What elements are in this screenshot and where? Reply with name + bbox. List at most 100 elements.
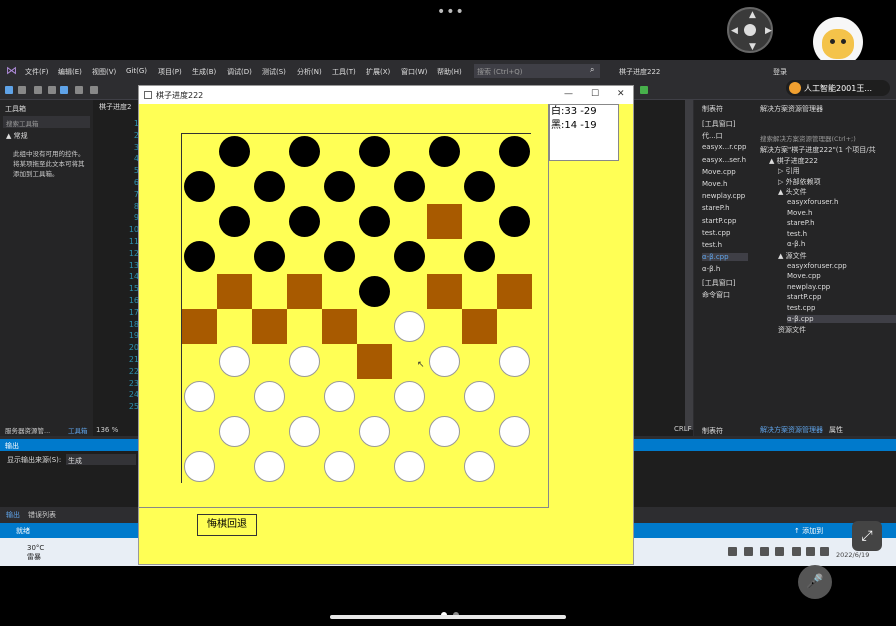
tab-solution-explorer[interactable]: 解决方案资源管理器 xyxy=(760,425,823,435)
maximize-icon[interactable]: ☐ xyxy=(591,89,599,99)
menu-view[interactable]: 视图(V) xyxy=(92,67,116,77)
open-icon[interactable] xyxy=(48,86,56,94)
tab-list-item[interactable]: [工具窗口] xyxy=(702,119,735,129)
black-piece[interactable] xyxy=(219,206,250,237)
board-cell[interactable] xyxy=(497,379,532,414)
board-cell[interactable] xyxy=(462,274,497,309)
black-piece[interactable] xyxy=(499,206,530,237)
board-cell[interactable] xyxy=(217,309,252,344)
black-piece[interactable] xyxy=(289,136,320,167)
solution-item[interactable]: 解决方案"棋子进度222"(1 个项目/共 xyxy=(760,145,876,155)
board-cell[interactable] xyxy=(497,169,532,204)
menu-file[interactable]: 文件(F) xyxy=(25,67,49,77)
board-cell[interactable] xyxy=(462,414,497,449)
board-cell[interactable] xyxy=(427,309,462,344)
black-piece[interactable] xyxy=(184,171,215,202)
board-cell[interactable] xyxy=(252,204,287,239)
tab-properties[interactable]: 属性 xyxy=(829,425,843,435)
battery-icon[interactable] xyxy=(820,547,829,556)
search-input[interactable]: 搜索 (Ctrl+Q) xyxy=(474,64,600,78)
board-cell[interactable] xyxy=(322,309,357,344)
login-link[interactable]: 登录 xyxy=(773,67,787,77)
remote-control-joystick-icon[interactable]: ▲ ▼ ◀ ▶ xyxy=(727,7,773,53)
board-cell[interactable] xyxy=(497,309,532,344)
solution-item[interactable]: ▲ 源文件 xyxy=(778,251,807,261)
white-piece[interactable] xyxy=(254,381,285,412)
board-cell[interactable] xyxy=(182,344,217,379)
white-piece[interactable] xyxy=(184,381,215,412)
board-cell[interactable] xyxy=(357,309,392,344)
board-cell[interactable] xyxy=(182,309,217,344)
black-piece[interactable] xyxy=(394,171,425,202)
tab-list-item[interactable]: Move.h xyxy=(702,180,727,188)
tab-server-explorer[interactable]: 服务器资源管... xyxy=(5,425,50,435)
white-piece[interactable] xyxy=(359,416,390,447)
solution-item[interactable]: easyxforuser.cpp xyxy=(787,262,847,270)
white-piece[interactable] xyxy=(219,346,250,377)
toolbox-group-general[interactable]: ▲ 常规 xyxy=(6,131,28,141)
board-cell[interactable] xyxy=(252,134,287,169)
white-piece[interactable] xyxy=(394,451,425,482)
board-cell[interactable] xyxy=(497,449,532,484)
board-cell[interactable] xyxy=(182,274,217,309)
white-piece[interactable] xyxy=(184,451,215,482)
solution-item[interactable]: 资源文件 xyxy=(778,325,806,335)
line-ending[interactable]: CRLF xyxy=(674,425,692,433)
tab-list-item[interactable]: α-β.h xyxy=(702,265,720,273)
menu-project[interactable]: 项目(P) xyxy=(158,67,182,77)
board-cell[interactable] xyxy=(462,309,497,344)
white-piece[interactable] xyxy=(464,451,495,482)
white-piece[interactable] xyxy=(464,381,495,412)
solution-item[interactable]: Move.h xyxy=(787,209,812,217)
board-cell[interactable] xyxy=(357,239,392,274)
tab-list-item[interactable]: stareP.h xyxy=(702,204,730,212)
mute-mic-icon[interactable]: 🎤 xyxy=(798,565,832,599)
board-cell[interactable] xyxy=(497,274,532,309)
mic-tray-icon[interactable] xyxy=(775,547,784,556)
black-piece[interactable] xyxy=(429,136,460,167)
solution-item[interactable]: ▷ 引用 xyxy=(778,166,800,176)
solution-item[interactable]: ▷ 外部依赖项 xyxy=(778,177,821,187)
solution-item[interactable]: easyxforuser.h xyxy=(787,198,838,206)
more-options-icon[interactable]: ••• xyxy=(437,4,465,20)
board-cell[interactable] xyxy=(392,414,427,449)
menu-test[interactable]: 测试(S) xyxy=(262,67,286,77)
add-to-source-control[interactable]: ↑ 添加到 xyxy=(794,526,823,536)
board-cell[interactable] xyxy=(217,379,252,414)
black-piece[interactable] xyxy=(359,276,390,307)
solution-item[interactable]: α-β.cpp xyxy=(787,314,896,323)
forward-icon[interactable] xyxy=(18,86,26,94)
solution-search-input[interactable]: 搜索解决方案资源管理器(Ctrl+;) xyxy=(760,133,856,143)
solution-item[interactable]: ▲ 头文件 xyxy=(778,187,807,197)
editor-tab[interactable]: 棋子进度2 xyxy=(99,102,131,114)
zoom-level[interactable]: 136 % xyxy=(96,426,118,434)
board-cell[interactable] xyxy=(287,309,322,344)
save-icon[interactable] xyxy=(60,86,68,94)
tab-error-list[interactable]: 错误列表 xyxy=(28,510,56,520)
solution-item[interactable]: α-β.h xyxy=(787,240,805,248)
board-cell[interactable] xyxy=(287,274,322,309)
board-cell[interactable] xyxy=(427,169,462,204)
white-piece[interactable] xyxy=(324,451,355,482)
board-cell[interactable] xyxy=(427,239,462,274)
input-icon[interactable] xyxy=(744,547,753,556)
board-cell[interactable] xyxy=(357,379,392,414)
menu-analyze[interactable]: 分析(N) xyxy=(297,67,322,77)
tab-list-item[interactable]: 代...口 xyxy=(702,131,723,141)
board-cell[interactable] xyxy=(217,239,252,274)
network-icon[interactable] xyxy=(728,547,737,556)
white-piece[interactable] xyxy=(394,311,425,342)
board-cell[interactable] xyxy=(287,169,322,204)
volume-icon[interactable] xyxy=(806,547,815,556)
white-piece[interactable] xyxy=(289,346,320,377)
solution-item[interactable]: Move.cpp xyxy=(787,272,821,280)
board-cell[interactable] xyxy=(217,449,252,484)
white-piece[interactable] xyxy=(254,451,285,482)
menu-build[interactable]: 生成(B) xyxy=(192,67,216,77)
white-piece[interactable] xyxy=(289,416,320,447)
security-icon[interactable] xyxy=(760,547,769,556)
board-cell[interactable] xyxy=(427,204,462,239)
board-cell[interactable] xyxy=(322,134,357,169)
wifi-icon[interactable] xyxy=(792,547,801,556)
board-cell[interactable] xyxy=(287,379,322,414)
